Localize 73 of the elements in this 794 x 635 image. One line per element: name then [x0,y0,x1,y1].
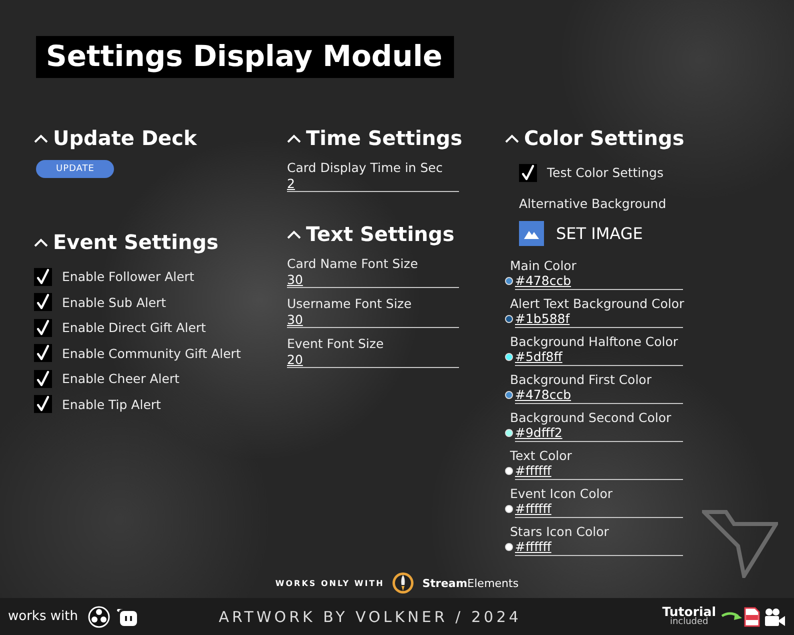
color-swatch[interactable] [505,277,513,285]
section-heading: Event Settings [53,230,218,254]
field-label: Background First Color [510,372,652,386]
checkbox[interactable] [34,318,52,337]
input-field[interactable]: #1b588f [515,310,683,328]
input-field[interactable]: #478ccb [515,386,683,404]
color-swatch[interactable] [505,353,513,361]
checkbox-label: Enable Community Gift Alert [62,346,241,361]
artwork-credit: ARTWORK BY VOLKNER / 2024 [218,608,522,626]
field-label: Text Color [510,448,573,462]
checkbox[interactable] [34,268,52,286]
checkbox-label: Enable Cheer Alert [62,371,180,386]
brand-name: StreamElements [422,576,519,590]
field-label: Card Name Font Size [287,256,419,271]
chevron-icon[interactable] [287,134,301,142]
section-heading: Time Settings [306,126,462,150]
works-with-label: works with [8,609,78,624]
checkbox[interactable] [34,395,52,414]
input-field[interactable]: 20 [287,351,459,368]
obs-logo-icon [88,606,110,628]
image-icon [519,220,544,246]
color-swatch[interactable] [505,543,513,551]
field-label: Card Display Time in Sec [287,160,444,175]
input-field[interactable]: #ffffff [515,462,683,480]
color-swatch[interactable] [505,391,513,399]
logo-icon [702,510,778,578]
video-camera-icon [764,606,786,626]
field-label: Stars Icon Color [510,524,610,538]
field-label: Alternative Background [519,196,668,210]
checkbox[interactable] [34,293,52,312]
color-swatch[interactable] [505,315,513,323]
checkbox-label: Test Color Settings [547,165,664,180]
section-heading: Update Deck [53,126,197,150]
chat-bubble-icon [116,606,138,626]
field-label: Username Font Size [287,296,413,311]
rocket-logo-icon [392,572,414,594]
input-field[interactable]: 30 [287,271,459,288]
checkbox-label: Enable Direct Gift Alert [62,320,206,336]
chevron-icon[interactable] [505,134,519,142]
input-field[interactable]: #478ccb [515,272,683,290]
document-icon [744,606,760,626]
input-field[interactable]: #5df8ff [515,348,683,366]
compatibility-note: WORKS ONLY WITH [275,578,384,588]
color-swatch[interactable] [505,429,513,437]
field-label: Main Color [510,258,578,272]
tutorial-label: Tutorial [662,605,716,618]
field-label: Alert Text Background Color [510,296,683,310]
checkbox[interactable] [34,344,52,362]
input-field[interactable]: 30 [287,311,459,328]
checkbox[interactable] [34,370,52,388]
page-title: Settings Display Module [36,36,454,78]
chevron-icon[interactable] [34,134,48,142]
update-button[interactable]: UPDATE [36,160,114,178]
field-label: Background Second Color [510,410,672,424]
checkbox-label: Enable Follower Alert [62,269,194,284]
input-field[interactable]: #ffffff [515,500,683,518]
checkbox[interactable] [519,164,537,182]
tutorial-note: included [670,618,708,628]
section-heading: Color Settings [524,126,684,150]
field-label: Event Font Size [287,336,385,351]
set-image-button[interactable]: SET IMAGE [519,220,705,246]
section-heading: Text Settings [306,222,454,246]
color-swatch[interactable] [505,467,513,475]
input-field[interactable]: #9dfff2 [515,424,683,442]
color-swatch[interactable] [505,505,513,513]
chevron-icon[interactable] [287,230,301,238]
checkbox-label: Enable Tip Alert [62,396,161,412]
checkbox-label: Enable Sub Alert [62,294,166,310]
chevron-icon[interactable] [34,238,48,246]
input-field[interactable]: 2 [287,175,459,192]
field-label: Background Halftone Color [510,334,680,348]
field-label: Event Icon Color [510,486,614,500]
input-field[interactable]: #ffffff [515,538,683,556]
